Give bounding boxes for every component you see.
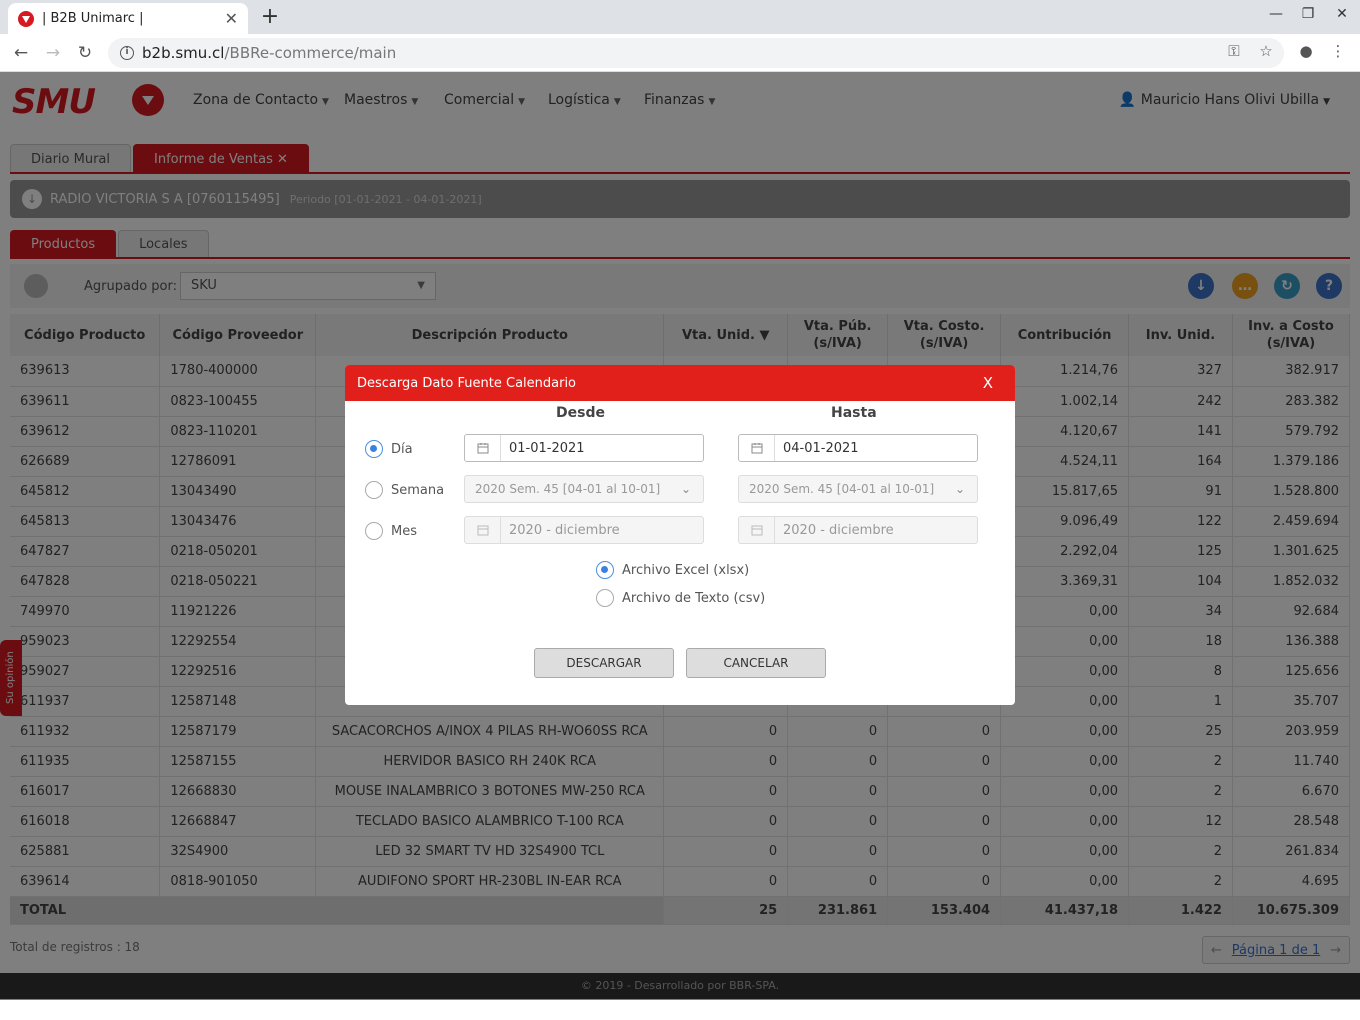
menu-dots-icon[interactable]: ⋮ xyxy=(1328,42,1348,60)
radio-csv-circle[interactable] xyxy=(596,589,614,607)
smu-favicon-icon xyxy=(18,10,34,27)
dia-hasta-input[interactable]: 04-01-2021 xyxy=(738,434,978,462)
chevron-down-icon: ⌄ xyxy=(680,482,691,496)
radio-semana-circle[interactable] xyxy=(365,481,383,499)
browser-tabstrip: | B2B Unimarc | ✕ + — ❐ ✕ xyxy=(0,0,1360,34)
star-icon[interactable]: ☆ xyxy=(1256,42,1276,60)
browser-tab-title: | B2B Unimarc | xyxy=(42,11,144,26)
modal-title: Descarga Dato Fuente Calendario xyxy=(357,375,577,391)
new-tab-icon[interactable]: + xyxy=(258,4,282,30)
semana-desde-select[interactable]: 2020 Sem. 45 [04-01 al 10-01] ⌄ xyxy=(464,475,704,503)
calendar-icon[interactable] xyxy=(465,435,501,461)
reload-icon[interactable]: ↻ xyxy=(74,42,96,64)
close-tab-icon[interactable]: ✕ xyxy=(225,9,238,28)
radio-dia-circle[interactable] xyxy=(365,440,383,458)
calendar-icon[interactable] xyxy=(465,517,501,543)
browser-tab[interactable]: | B2B Unimarc | ✕ xyxy=(8,3,248,34)
restore-icon[interactable]: ❐ xyxy=(1298,6,1318,22)
account-icon[interactable]: ● xyxy=(1296,42,1316,60)
radio-mes-circle[interactable] xyxy=(365,522,383,540)
mes-desde-input[interactable]: 2020 - diciembre xyxy=(464,516,704,544)
url-path: /BBRe-commerce/main xyxy=(224,44,397,62)
modal-close-button[interactable]: X xyxy=(983,374,993,392)
minimize-icon[interactable]: — xyxy=(1266,6,1286,22)
site-info-icon[interactable]: i xyxy=(120,46,134,60)
format-xlsx[interactable]: Archivo Excel (xlsx) xyxy=(596,561,749,579)
calendar-icon[interactable] xyxy=(739,517,775,543)
download-button[interactable]: DESCARGAR xyxy=(534,648,674,678)
dia-desde-input[interactable]: 01-01-2021 xyxy=(464,434,704,462)
forward-icon[interactable]: → xyxy=(42,42,64,64)
chevron-down-icon: ⌄ xyxy=(954,482,965,496)
mes-hasta-input[interactable]: 2020 - diciembre xyxy=(738,516,978,544)
format-csv[interactable]: Archivo de Texto (csv) xyxy=(596,589,765,607)
semana-hasta-select[interactable]: 2020 Sem. 45 [04-01 al 10-01] ⌄ xyxy=(738,475,978,503)
calendar-icon[interactable] xyxy=(739,435,775,461)
key-icon[interactable]: ⚿ xyxy=(1224,42,1244,60)
close-window-icon[interactable]: ✕ xyxy=(1332,6,1352,22)
cancel-button[interactable]: CANCELAR xyxy=(686,648,826,678)
url-host: b2b.smu.cl xyxy=(142,44,225,62)
download-modal: Descarga Dato Fuente Calendario X Desde … xyxy=(345,365,1015,705)
browser-toolbar: ← → ↻ i b2b.smu.cl /BBRe-commerce/main ⚿… xyxy=(0,34,1360,72)
radio-dia[interactable]: Día xyxy=(365,440,413,458)
radio-mes[interactable]: Mes xyxy=(365,522,417,540)
radio-xlsx-circle[interactable] xyxy=(596,561,614,579)
hasta-header: Hasta xyxy=(831,405,877,421)
modal-header: Descarga Dato Fuente Calendario X xyxy=(345,365,1015,401)
back-icon[interactable]: ← xyxy=(10,42,32,64)
address-bar[interactable]: i b2b.smu.cl /BBRe-commerce/main xyxy=(108,38,1284,68)
desde-header: Desde xyxy=(556,405,605,421)
radio-semana[interactable]: Semana xyxy=(365,481,444,499)
